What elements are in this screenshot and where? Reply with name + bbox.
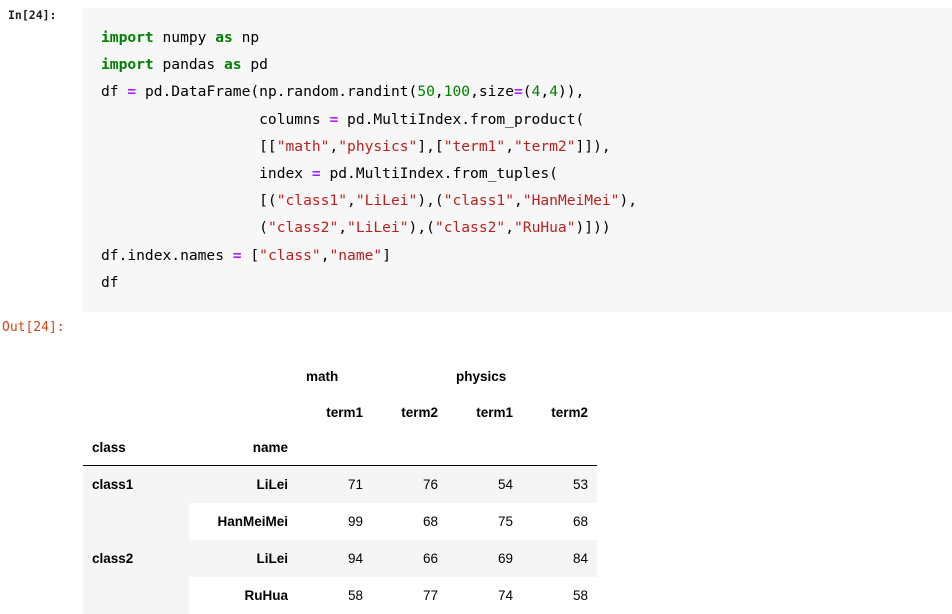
cell-physics-term1: 69 <box>447 540 522 577</box>
table-row: class1 LiLei 71 76 54 53 <box>83 466 597 504</box>
str-term1: "term1" <box>444 138 506 155</box>
code-line-0: import numpy as np <box>101 24 952 51</box>
table-head: math physics term1 term2 term1 term2 cla… <box>83 358 597 466</box>
str-class2: "class2" <box>435 219 505 236</box>
str-lilei: "LiLei" <box>347 219 409 236</box>
code-line-8: df.index.names = ["class","name"] <box>101 242 952 269</box>
header-spacer-v2 <box>447 430 522 466</box>
table-body: class1 LiLei 71 76 54 53 HanMeiMei 99 68… <box>83 466 597 614</box>
row-index-name: RuHua <box>189 577 297 614</box>
cell-physics-term1: 74 <box>447 577 522 614</box>
row-index-class: class2 <box>83 540 189 577</box>
code-editor[interactable]: import numpy as np import pandas as pd d… <box>83 8 952 312</box>
header-spacer-name <box>189 358 297 394</box>
str-class: "class" <box>259 247 321 264</box>
cell-math-term1: 58 <box>297 577 372 614</box>
str-math: "math" <box>277 138 330 155</box>
header-row-subcolumns: term1 term2 term1 term2 <box>83 394 597 430</box>
code-line-6: [("class1","LiLei"),("class1","HanMeiMei… <box>101 187 952 214</box>
index-name-name: name <box>189 430 297 466</box>
column-physics-term1: term1 <box>447 394 522 430</box>
cell-physics-term2: 68 <box>522 503 597 540</box>
str-ruhua: "RuHua" <box>514 219 576 236</box>
code-line-7: ("class2","LiLei"),("class2","RuHua")])) <box>101 214 952 241</box>
op-assign: = <box>312 165 321 182</box>
header-spacer-v1 <box>372 430 447 466</box>
row-index-name: LiLei <box>189 540 297 577</box>
header-row-groups: math physics <box>83 358 597 394</box>
kw-as: as <box>224 56 242 73</box>
header-spacer-class-2 <box>83 394 189 430</box>
input-prompt-label: In[24]: <box>8 8 76 22</box>
header-spacer-v3 <box>522 430 597 466</box>
index-name-class: class <box>83 430 189 466</box>
cell-math-term1: 94 <box>297 540 372 577</box>
column-physics-term2: term2 <box>522 394 597 430</box>
str-name: "name" <box>329 247 382 264</box>
row-index-name: HanMeiMei <box>189 503 297 540</box>
cell-math-term2: 77 <box>372 577 447 614</box>
cell-math-term1: 99 <box>297 503 372 540</box>
table-row: HanMeiMei 99 68 75 68 <box>83 503 597 540</box>
kw-import: import <box>101 56 154 73</box>
cell-math-term2: 68 <box>372 503 447 540</box>
cell-physics-term2: 58 <box>522 577 597 614</box>
code-line-4: [["math","physics"],["term1","term2"]]), <box>101 133 952 160</box>
kw-as: as <box>215 29 233 46</box>
row-index-class <box>83 577 189 614</box>
column-group-math: math <box>297 358 447 394</box>
code-line-5: index = pd.MultiIndex.from_tuples( <box>101 160 952 187</box>
op-assign: = <box>233 247 242 264</box>
column-group-physics: physics <box>447 358 597 394</box>
num-50: 50 <box>417 83 435 100</box>
cell-physics-term2: 84 <box>522 540 597 577</box>
column-math-term1: term1 <box>297 394 372 430</box>
op-assign: = <box>329 111 338 128</box>
header-spacer-name-2 <box>189 394 297 430</box>
column-math-term2: term2 <box>372 394 447 430</box>
cell-math-term2: 66 <box>372 540 447 577</box>
str-class1: "class1" <box>444 192 514 209</box>
row-index-class: class1 <box>83 466 189 504</box>
num-4: 4 <box>532 83 541 100</box>
header-spacer-v0 <box>297 430 372 466</box>
code-line-9: df <box>101 269 952 296</box>
header-spacer-class <box>83 358 189 394</box>
op-assign: = <box>127 83 136 100</box>
str-hanmeimei: "HanMeiMei" <box>523 192 620 209</box>
cell-physics-term2: 53 <box>522 466 597 504</box>
cell-physics-term1: 75 <box>447 503 522 540</box>
row-index-name: LiLei <box>189 466 297 504</box>
str-term2: "term2" <box>514 138 576 155</box>
num-100: 100 <box>444 83 470 100</box>
str-lilei: "LiLei" <box>356 192 418 209</box>
code-line-1: import pandas as pd <box>101 51 952 78</box>
kw-import: import <box>101 29 154 46</box>
code-line-3: columns = pd.MultiIndex.from_product( <box>101 106 952 133</box>
num-4: 4 <box>549 83 558 100</box>
row-index-class <box>83 503 189 540</box>
cell-math-term1: 71 <box>297 466 372 504</box>
cell-physics-term1: 54 <box>447 466 522 504</box>
header-row-index-names: class name <box>83 430 597 466</box>
output-prompt-label: Out[24]: <box>2 320 65 336</box>
str-class1: "class1" <box>277 192 347 209</box>
str-physics: "physics" <box>338 138 417 155</box>
dataframe-table: math physics term1 term2 term1 term2 cla… <box>83 358 597 614</box>
table-row: RuHua 58 77 74 58 <box>83 577 597 614</box>
str-class2: "class2" <box>268 219 338 236</box>
table-row: class2 LiLei 94 66 69 84 <box>83 540 597 577</box>
op-assign: = <box>514 83 523 100</box>
cell-math-term2: 76 <box>372 466 447 504</box>
dataframe-output: math physics term1 term2 term1 term2 cla… <box>83 358 683 614</box>
code-line-2: df = pd.DataFrame(np.random.randint(50,1… <box>101 78 952 105</box>
